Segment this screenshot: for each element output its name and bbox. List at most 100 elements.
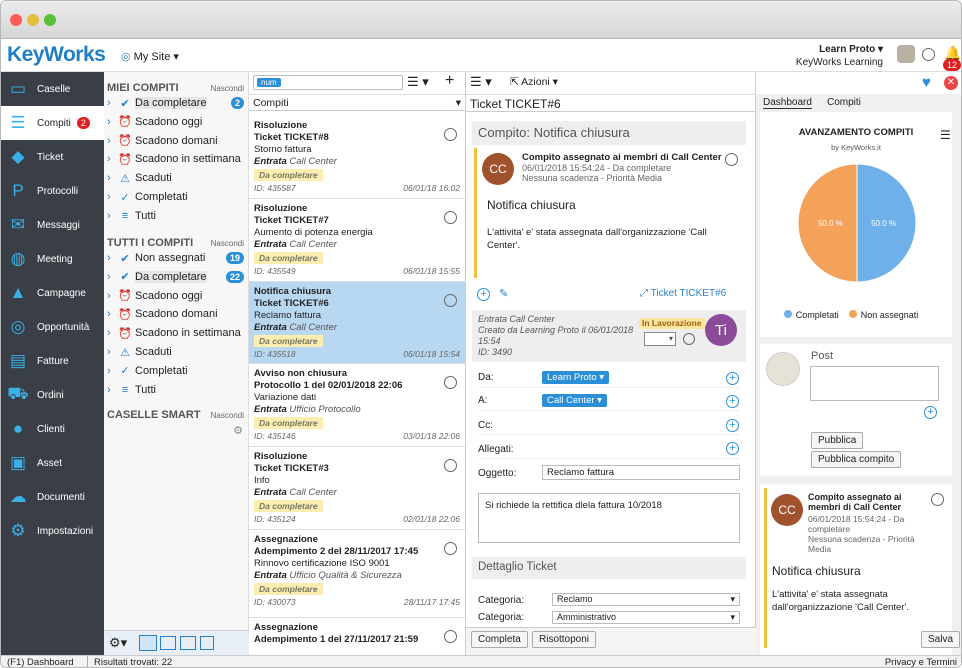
sidebar-item-13[interactable]: ☁ Documenti <box>1 480 104 514</box>
tree-item[interactable]: › ≡ Tutti <box>107 207 247 225</box>
tree-item[interactable]: › ✔ Non assegnati 19 <box>107 249 247 267</box>
add-to-icon[interactable]: + <box>726 395 739 408</box>
sidebar-item-11[interactable]: ● Clienti <box>1 412 104 446</box>
sidebar-item-10[interactable]: ⛟ Ordini <box>1 378 104 412</box>
close-icon[interactable]: ✕ <box>944 76 958 90</box>
sidebar-item-9[interactable]: ▤ Fatture <box>1 344 104 378</box>
privacy-link[interactable]: Privacy e Termini <box>885 657 957 667</box>
list-filter-select[interactable]: Compiti ▾ <box>249 94 465 111</box>
ticket-link[interactable]: ⤢ Ticket TICKET#6 <box>640 288 726 299</box>
publish-task-button[interactable]: Pubblica compito <box>811 451 902 468</box>
detail-menu-icon[interactable]: ☰ ▾ <box>470 74 492 90</box>
task-card[interactable]: Assegnazione Adempimento 1 del 27/11/2017… <box>249 618 465 658</box>
tree-item[interactable]: › ✔ Da completare 2 <box>107 94 247 112</box>
actions-menu[interactable]: ⇱ Azioni ▾ <box>510 76 558 88</box>
hide-smart[interactable]: Nascondi <box>211 411 244 420</box>
add-attachment-icon[interactable]: + <box>726 442 739 455</box>
add-circle-icon[interactable]: + <box>477 288 490 301</box>
map-view-icon[interactable] <box>200 636 214 650</box>
sidebar-item-14[interactable]: ⚙ Impostazioni <box>1 514 104 548</box>
tree-item-label: Scadono in settimana <box>135 153 241 166</box>
add-icon[interactable]: + <box>445 72 454 90</box>
zoom-dot[interactable] <box>44 14 56 26</box>
chart-menu-icon[interactable]: ☰ <box>940 128 951 142</box>
tree-item[interactable]: › ⚠ Scaduti <box>107 343 247 361</box>
alarm-warning-icon: ⚠ <box>120 346 130 359</box>
task-card[interactable]: Risoluzione Ticket TICKET#3 Info Entrata Ca… <box>249 447 465 530</box>
status-circle[interactable] <box>683 333 695 345</box>
post-add-icon[interactable]: + <box>924 406 937 419</box>
complete-circle[interactable] <box>725 153 738 166</box>
tree-item[interactable]: › ⏰ Scadono in settimana <box>107 150 247 168</box>
complete-button[interactable]: Completa <box>471 631 528 648</box>
card-complete-circle[interactable] <box>444 630 457 643</box>
tree-item[interactable]: › ⏰ Scadono oggi <box>107 287 247 305</box>
split-view-icon[interactable] <box>160 636 176 650</box>
add-cc-icon[interactable]: + <box>726 419 739 432</box>
search-input[interactable]: num <box>253 75 403 90</box>
tab-tasks[interactable]: Compiti <box>827 97 861 108</box>
sidebar-item-3[interactable]: ◆ Ticket <box>1 140 104 174</box>
category-select[interactable]: Reclamo ▾ <box>552 593 740 606</box>
minimize-dot[interactable] <box>27 14 39 26</box>
subject-field[interactable]: Reclamo fattura <box>542 465 740 480</box>
right-complete-circle[interactable] <box>931 493 944 506</box>
post-textarea[interactable] <box>810 366 939 401</box>
card-complete-circle[interactable] <box>444 211 457 224</box>
category2-select[interactable]: Amministrativo ▾ <box>552 611 740 624</box>
tree-item[interactable]: › ⏰ Scadono domani <box>107 132 247 150</box>
tree-item[interactable]: › ≡ Tutti <box>107 381 247 399</box>
card-complete-circle[interactable] <box>444 542 457 555</box>
tree-item[interactable]: › ⏰ Scadono in settimana <box>107 324 247 342</box>
card-complete-circle[interactable] <box>444 376 457 389</box>
hide-all-tasks[interactable]: Nascondi <box>211 239 244 248</box>
gear-icon[interactable]: ⚙ <box>233 424 243 437</box>
sidebar-item-5[interactable]: ✉ Messaggi <box>1 208 104 242</box>
grid-view-icon[interactable] <box>139 635 157 651</box>
tree-item[interactable]: › ⚠ Scaduti <box>107 169 247 187</box>
status-select[interactable]: ▾ <box>644 332 676 346</box>
user-info[interactable]: Learn Proto ▾ KeyWorks Learning <box>796 43 883 69</box>
status-left[interactable]: (F1) Dashboard <box>7 657 74 667</box>
sidebar-item-4[interactable]: P Protocolli <box>1 174 104 208</box>
user-avatar[interactable] <box>897 45 915 63</box>
task-card[interactable]: Notifica chiusura Ticket TICKET#6 Reclamo … <box>249 282 465 364</box>
task-card[interactable]: Risoluzione Ticket TICKET#7 Aumento di pot… <box>249 199 465 282</box>
card-complete-circle[interactable] <box>444 459 457 472</box>
card-complete-circle[interactable] <box>444 294 457 307</box>
card-complete-circle[interactable] <box>444 128 457 141</box>
task-card[interactable]: Avviso non chiusura Protocollo 1 del 02/0… <box>249 364 465 447</box>
tab-dashboard[interactable]: Dashboard <box>763 97 812 109</box>
card-date: 02/01/18 22:06 <box>403 514 460 524</box>
heart-icon[interactable]: ♥ <box>922 74 931 91</box>
status-circle-icon[interactable] <box>922 48 935 61</box>
tree-view-icon[interactable] <box>180 636 196 650</box>
publish-button[interactable]: Pubblica <box>811 432 864 449</box>
site-selector[interactable]: ◎ My Site ▾ <box>121 50 179 63</box>
sidebar-item-8[interactable]: ◎ Opportunità <box>1 310 104 344</box>
hide-my-tasks[interactable]: Nascondi <box>211 84 244 93</box>
sidebar-item-1[interactable]: ▭ Caselle <box>1 72 104 106</box>
menu-icon[interactable]: ☰ ▾ <box>407 74 429 90</box>
message-body[interactable]: Si richiede la rettifica dlela fattura 1… <box>478 493 740 543</box>
close-dot[interactable] <box>10 14 22 26</box>
sidebar-item-6[interactable]: ◍ Meeting <box>1 242 104 276</box>
add-from-icon[interactable]: + <box>726 372 739 385</box>
to-pill[interactable]: Call Center ▾ <box>542 394 607 407</box>
save-button[interactable]: Salva <box>921 631 961 648</box>
sidebar-item-2[interactable]: ☰ Compiti 2 <box>1 106 104 140</box>
tree-item[interactable]: › ⏰ Scadono domani <box>107 305 247 323</box>
tree-item[interactable]: › ✓ Completati <box>107 362 247 380</box>
from-pill[interactable]: Learn Proto ▾ <box>542 371 610 384</box>
tree-item[interactable]: › ⏰ Scadono oggi <box>107 113 247 131</box>
sidebar-item-7[interactable]: ▲ Campagne <box>1 276 104 310</box>
task-card[interactable]: Risoluzione Ticket TICKET#8 Storno fattura… <box>249 116 465 199</box>
edit-pencil-icon[interactable]: ✎ <box>499 287 508 300</box>
settings-gear-icon[interactable]: ⚙▾ <box>109 635 127 651</box>
resubmit-button[interactable]: Risottoponi <box>532 631 597 648</box>
tree-item[interactable]: › ✓ Completati <box>107 188 247 206</box>
sidebar-item-12[interactable]: ▣ Asset <box>1 446 104 480</box>
card-date: 06/01/18 15:54 <box>403 349 460 359</box>
tree-item[interactable]: › ✔ Da completare 22 <box>107 268 247 286</box>
task-card[interactable]: Assegnazione Adempimento 2 del 28/11/2017… <box>249 530 465 618</box>
